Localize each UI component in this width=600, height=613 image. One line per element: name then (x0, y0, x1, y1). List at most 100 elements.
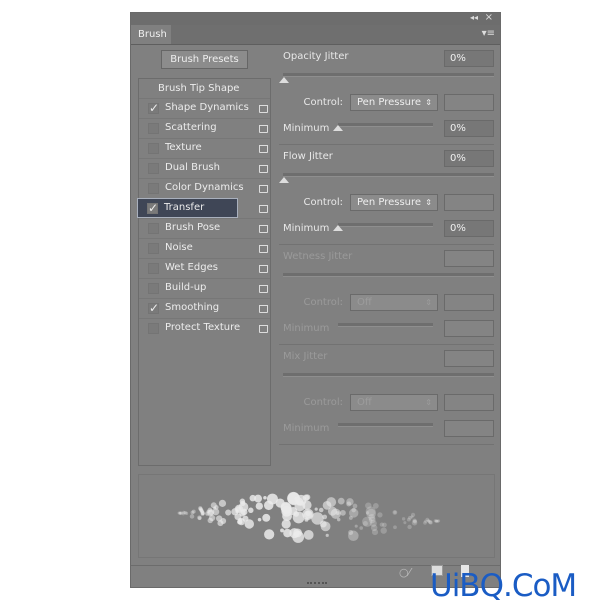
checkbox[interactable]: ✓ (147, 202, 158, 214)
checkbox[interactable] (148, 263, 159, 274)
lock-icon[interactable] (259, 225, 268, 233)
jitter-slider[interactable] (283, 73, 494, 77)
lock-icon[interactable] (259, 265, 268, 273)
checkbox[interactable] (148, 163, 159, 174)
divider (279, 444, 494, 445)
jitter-input[interactable]: 0% (444, 150, 494, 167)
list-item-shape-dynamics[interactable]: ✓ Shape Dynamics (139, 98, 270, 118)
stroke-dab (318, 507, 324, 513)
toggle-live-tip-icon[interactable]: ○⁄ (399, 566, 410, 579)
checkbox[interactable] (148, 283, 159, 294)
list-item-dual-brush[interactable]: Dual Brush (139, 158, 270, 178)
divider (131, 565, 500, 566)
stroke-dab (255, 502, 263, 510)
section-title: Mix Jitter (283, 351, 328, 362)
minimum-slider[interactable] (338, 123, 433, 127)
list-item-brush-pose[interactable]: Brush Pose (139, 218, 270, 238)
control-select[interactable]: Off ⇕ (350, 294, 438, 311)
stroke-dab (296, 530, 301, 535)
lock-icon[interactable] (259, 245, 268, 253)
lock-icon[interactable] (259, 145, 268, 153)
stroke-dab (257, 517, 262, 522)
checkbox[interactable] (148, 123, 159, 134)
checkbox[interactable]: ✓ (148, 302, 159, 314)
list-item-build-up[interactable]: Build-up (139, 278, 270, 298)
slider-thumb[interactable] (279, 177, 289, 183)
tab-brush[interactable]: Brush (131, 25, 171, 44)
control-select[interactable]: Pen Pressure ⇕ (350, 94, 438, 111)
lock-icon[interactable] (259, 165, 268, 173)
control-label: Control: (303, 97, 343, 108)
panel-menu-icon[interactable]: ▾≡ (482, 28, 495, 39)
divider (279, 344, 494, 345)
stroke-dab (201, 512, 205, 516)
stepper-icon: ⇕ (425, 98, 432, 107)
resize-grip[interactable] (307, 582, 327, 586)
stroke-dab (336, 517, 341, 522)
item-label: Smoothing (165, 302, 220, 313)
divider (279, 144, 494, 145)
checkbox[interactable]: ✓ (148, 102, 159, 114)
collapse-icon[interactable]: ◂◂ (470, 13, 478, 22)
checkbox[interactable] (148, 183, 159, 194)
minimum-slider[interactable] (338, 423, 433, 427)
stroke-dab (348, 530, 359, 542)
list-item-texture[interactable]: Texture (139, 138, 270, 158)
jitter-input[interactable] (444, 350, 494, 367)
jitter-slider[interactable] (283, 273, 494, 277)
stroke-dab (210, 502, 217, 509)
tab-row: Brush ▾≡ (131, 25, 500, 45)
minimum-input[interactable]: 0% (444, 120, 494, 137)
stroke-dab (262, 513, 271, 522)
list-item-scattering[interactable]: Scattering (139, 118, 270, 138)
control-value: Off (357, 397, 372, 408)
slider-thumb[interactable] (333, 225, 343, 231)
checkbox[interactable] (148, 223, 159, 234)
close-icon[interactable]: × (485, 12, 493, 23)
slider-thumb[interactable] (279, 77, 289, 83)
checkbox[interactable] (148, 143, 159, 154)
jitter-input[interactable] (444, 250, 494, 267)
minimum-slider[interactable] (338, 223, 433, 227)
minimum-label: Minimum (283, 123, 330, 134)
lock-icon[interactable] (259, 105, 268, 113)
jitter-input[interactable]: 0% (444, 50, 494, 67)
minimum-input[interactable]: 0% (444, 220, 494, 237)
brush-presets-button[interactable]: Brush Presets (161, 50, 248, 69)
control-value: Pen Pressure (357, 197, 422, 208)
brush-tip-shape-item[interactable]: Brush Tip Shape (158, 83, 239, 94)
lock-icon[interactable] (259, 185, 268, 193)
jitter-slider[interactable] (283, 373, 494, 377)
checkbox[interactable] (148, 323, 159, 334)
lock-icon[interactable] (259, 125, 268, 133)
lock-icon[interactable] (259, 285, 268, 293)
lock-icon[interactable] (259, 305, 268, 313)
control-extra-field (444, 194, 494, 211)
slider-thumb[interactable] (333, 125, 343, 131)
minimum-input[interactable] (444, 320, 494, 337)
list-item-smoothing[interactable]: ✓ Smoothing (139, 298, 270, 318)
minimum-input[interactable] (444, 420, 494, 437)
control-select[interactable]: Pen Pressure ⇕ (350, 194, 438, 211)
list-item-protect-texture[interactable]: Protect Texture (139, 318, 270, 338)
minimum-label: Minimum (283, 423, 330, 434)
item-label: Shape Dynamics (165, 102, 249, 113)
jitter-slider[interactable] (283, 173, 494, 177)
stroke-dab (365, 502, 372, 509)
stroke-dab (354, 524, 358, 528)
list-item-transfer[interactable]: ✓ Transfer (137, 198, 238, 218)
control-select[interactable]: Off ⇕ (350, 394, 438, 411)
list-item-color-dynamics[interactable]: Color Dynamics (139, 178, 270, 198)
checkbox[interactable] (148, 243, 159, 254)
lock-icon[interactable] (259, 325, 268, 333)
lock-icon[interactable] (259, 205, 268, 213)
stroke-dab (428, 520, 433, 525)
minimum-slider[interactable] (338, 323, 433, 327)
stroke-dab (410, 512, 416, 517)
stroke-dab (327, 506, 337, 516)
list-item-noise[interactable]: Noise (139, 238, 270, 258)
stepper-icon: ⇕ (425, 398, 432, 407)
minimum-label: Minimum (283, 223, 330, 234)
stroke-dab (234, 513, 242, 521)
list-item-wet-edges[interactable]: Wet Edges (139, 258, 270, 278)
